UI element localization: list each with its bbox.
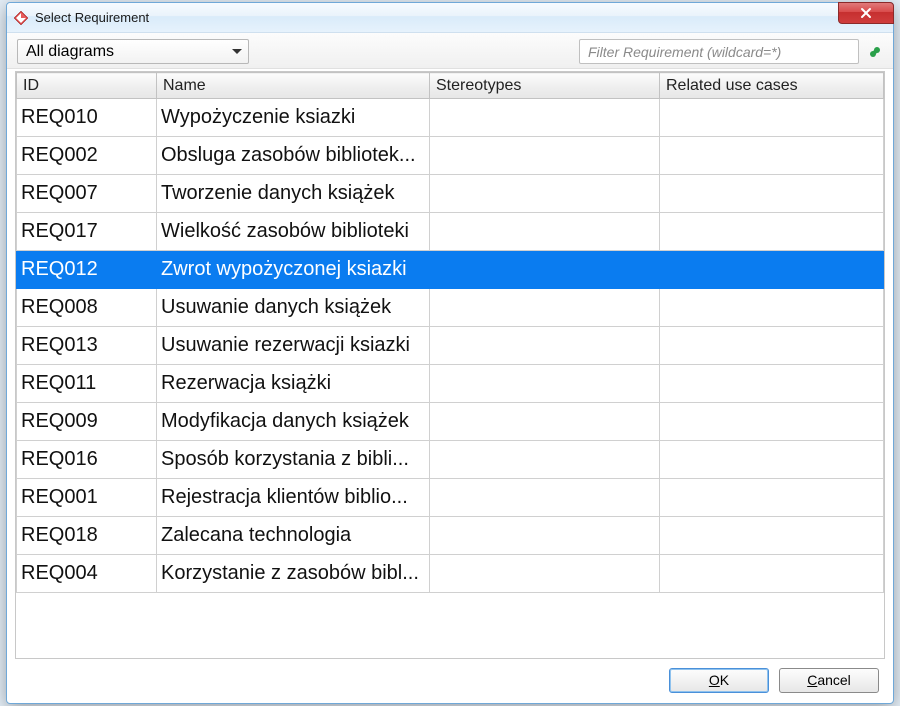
table-row[interactable]: REQ017Wielkość zasobów biblioteki [17, 213, 884, 251]
cell-stereotypes [430, 213, 660, 251]
cell-name: Rejestracja klientów biblio... [157, 479, 430, 517]
table-row[interactable]: REQ008Usuwanie danych książek [17, 289, 884, 327]
table-header-row: ID Name Stereotypes Related use cases [17, 73, 884, 99]
cell-stereotypes [430, 175, 660, 213]
ok-button[interactable]: OK [669, 668, 769, 693]
cell-stereotypes [430, 99, 660, 137]
col-related[interactable]: Related use cases [660, 73, 884, 99]
cell-id: REQ004 [17, 555, 157, 593]
close-button[interactable] [838, 2, 894, 24]
table-row[interactable]: REQ016Sposób korzystania z bibli... [17, 441, 884, 479]
cell-name: Tworzenie danych książek [157, 175, 430, 213]
cell-related [660, 137, 884, 175]
cell-id: REQ008 [17, 289, 157, 327]
cell-stereotypes [430, 479, 660, 517]
select-requirement-dialog: Select Requirement All diagrams ID Name … [6, 2, 894, 704]
requirement-table[interactable]: ID Name Stereotypes Related use cases RE… [15, 71, 885, 659]
cell-stereotypes [430, 403, 660, 441]
table-row[interactable]: REQ011Rezerwacja książki [17, 365, 884, 403]
cell-name: Wielkość zasobów biblioteki [157, 213, 430, 251]
cell-related [660, 175, 884, 213]
cell-stereotypes [430, 365, 660, 403]
cell-related [660, 441, 884, 479]
cell-name: Wypożyczenie ksiazki [157, 99, 430, 137]
toolbar: All diagrams [7, 33, 893, 69]
cancel-button[interactable]: Cancel [779, 668, 879, 693]
table-row[interactable]: REQ007Tworzenie danych książek [17, 175, 884, 213]
app-icon [13, 10, 29, 26]
cell-id: REQ013 [17, 327, 157, 365]
table-row[interactable]: REQ009Modyfikacja danych książek [17, 403, 884, 441]
table-row[interactable]: REQ018Zalecana technologia [17, 517, 884, 555]
cell-id: REQ018 [17, 517, 157, 555]
cell-name: Obsluga zasobów bibliotek... [157, 137, 430, 175]
button-bar: OK Cancel [7, 663, 893, 703]
cell-id: REQ002 [17, 137, 157, 175]
cell-related [660, 365, 884, 403]
cell-name: Zwrot wypożyczonej ksiazki [157, 251, 430, 289]
close-icon [860, 7, 872, 19]
col-id[interactable]: ID [17, 73, 157, 99]
cell-id: REQ017 [17, 213, 157, 251]
cell-name: Usuwanie rezerwacji ksiazki [157, 327, 430, 365]
cell-name: Sposób korzystania z bibli... [157, 441, 430, 479]
cell-related [660, 555, 884, 593]
cell-related [660, 327, 884, 365]
col-name[interactable]: Name [157, 73, 430, 99]
col-stereotypes[interactable]: Stereotypes [430, 73, 660, 99]
cell-id: REQ007 [17, 175, 157, 213]
chevron-down-icon [232, 49, 242, 54]
table-row[interactable]: REQ010Wypożyczenie ksiazki [17, 99, 884, 137]
table-row[interactable]: REQ002Obsluga zasobów bibliotek... [17, 137, 884, 175]
cell-id: REQ016 [17, 441, 157, 479]
cell-id: REQ010 [17, 99, 157, 137]
table-row[interactable]: REQ004Korzystanie z zasobów bibl... [17, 555, 884, 593]
link-icon[interactable] [867, 44, 883, 60]
cell-stereotypes [430, 289, 660, 327]
cell-related [660, 289, 884, 327]
cell-related [660, 479, 884, 517]
cell-stereotypes [430, 137, 660, 175]
titlebar[interactable]: Select Requirement [7, 3, 893, 33]
cell-related [660, 213, 884, 251]
cell-stereotypes [430, 327, 660, 365]
diagram-scope-combo[interactable]: All diagrams [17, 39, 249, 64]
cell-related [660, 99, 884, 137]
table-row[interactable]: REQ013Usuwanie rezerwacji ksiazki [17, 327, 884, 365]
cell-name: Usuwanie danych książek [157, 289, 430, 327]
cell-stereotypes [430, 517, 660, 555]
cell-related [660, 251, 884, 289]
cell-id: REQ009 [17, 403, 157, 441]
cell-name: Zalecana technologia [157, 517, 430, 555]
table-row[interactable]: REQ012Zwrot wypożyczonej ksiazki [17, 251, 884, 289]
dialog-title: Select Requirement [35, 10, 149, 25]
cell-id: REQ012 [17, 251, 157, 289]
cell-stereotypes [430, 555, 660, 593]
cell-id: REQ001 [17, 479, 157, 517]
cell-name: Korzystanie z zasobów bibl... [157, 555, 430, 593]
diagram-scope-value: All diagrams [26, 43, 114, 61]
cell-stereotypes [430, 441, 660, 479]
cell-name: Rezerwacja książki [157, 365, 430, 403]
filter-input[interactable] [579, 39, 859, 64]
cell-name: Modyfikacja danych książek [157, 403, 430, 441]
cell-related [660, 517, 884, 555]
cell-id: REQ011 [17, 365, 157, 403]
cell-related [660, 403, 884, 441]
table-row[interactable]: REQ001Rejestracja klientów biblio... [17, 479, 884, 517]
cell-stereotypes [430, 251, 660, 289]
